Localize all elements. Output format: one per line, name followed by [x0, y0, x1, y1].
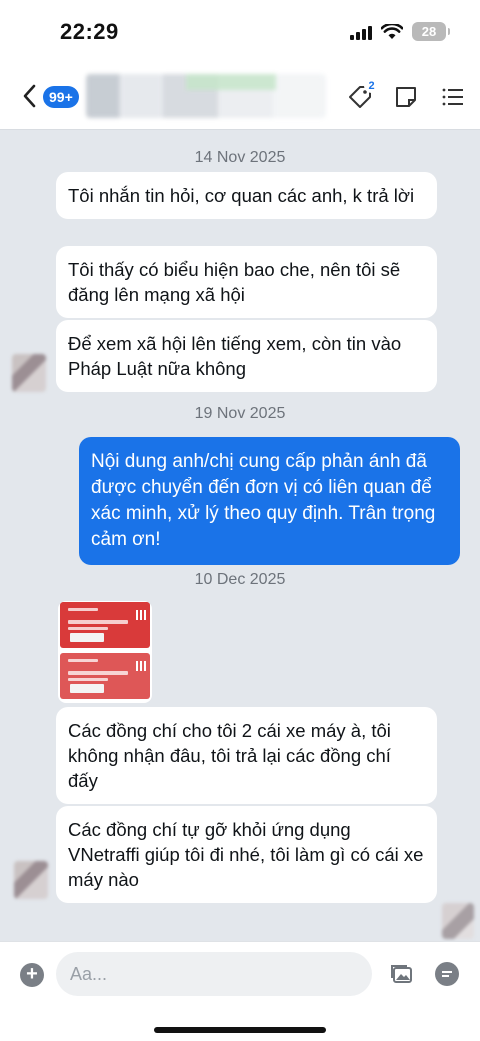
registration-card-image: [60, 602, 150, 648]
battery-level: 28: [421, 24, 437, 39]
message-bubble-incoming[interactable]: Tôi thấy có biểu hiện bao che, nên tôi s…: [56, 246, 437, 318]
cellular-signal-icon: [350, 24, 372, 40]
status-icons: 28: [350, 22, 450, 41]
message-input[interactable]: [56, 952, 372, 996]
menu-list-icon[interactable]: [438, 82, 468, 112]
wifi-icon: [381, 23, 403, 39]
message-bubble-outgoing[interactable]: Nội dung anh/chị cung cấp phản ánh đã đư…: [79, 437, 460, 565]
unread-count-badge[interactable]: 99+: [43, 86, 79, 108]
message-bubble-incoming[interactable]: Tôi nhắn tin hỏi, cơ quan các anh, k trả…: [56, 172, 437, 219]
battery-icon: 28: [412, 22, 450, 41]
message-bubble-incoming[interactable]: Để xem xã hội lên tiếng xem, còn tin vào…: [56, 320, 437, 392]
sender-avatar[interactable]: [12, 354, 46, 392]
contact-name-redacted[interactable]: [86, 74, 326, 118]
chat-header: 99+ 2: [0, 62, 480, 130]
image-attachment[interactable]: [58, 601, 152, 703]
gallery-icon[interactable]: [390, 962, 414, 986]
status-bar: 22:29 28: [0, 0, 480, 62]
my-avatar: [442, 903, 474, 939]
registration-card-image: [60, 653, 150, 699]
tag-count-badge: 2: [364, 78, 379, 93]
message-bubble-incoming[interactable]: Các đồng chí tự gỡ khỏi ứng dụng VNetraf…: [56, 806, 437, 903]
date-separator: 10 Dec 2025: [194, 571, 286, 588]
plus-icon[interactable]: +: [20, 963, 44, 987]
status-time: 22:29: [60, 19, 119, 44]
date-separator: 14 Nov 2025: [194, 149, 286, 166]
chat-thread[interactable]: 14 Nov 2025 Tôi nhắn tin hỏi, cơ quan cá…: [0, 131, 480, 941]
chat-bubble-icon[interactable]: [435, 962, 459, 986]
sender-avatar[interactable]: [14, 861, 48, 899]
back-arrow-icon[interactable]: [18, 82, 42, 110]
notes-icon[interactable]: [391, 82, 421, 112]
date-separator: 19 Nov 2025: [194, 405, 286, 422]
home-indicator: [154, 1027, 326, 1033]
message-bubble-incoming[interactable]: Các đồng chí cho tôi 2 cái xe máy à, tôi…: [56, 707, 437, 804]
message-composer: +: [0, 941, 480, 1041]
